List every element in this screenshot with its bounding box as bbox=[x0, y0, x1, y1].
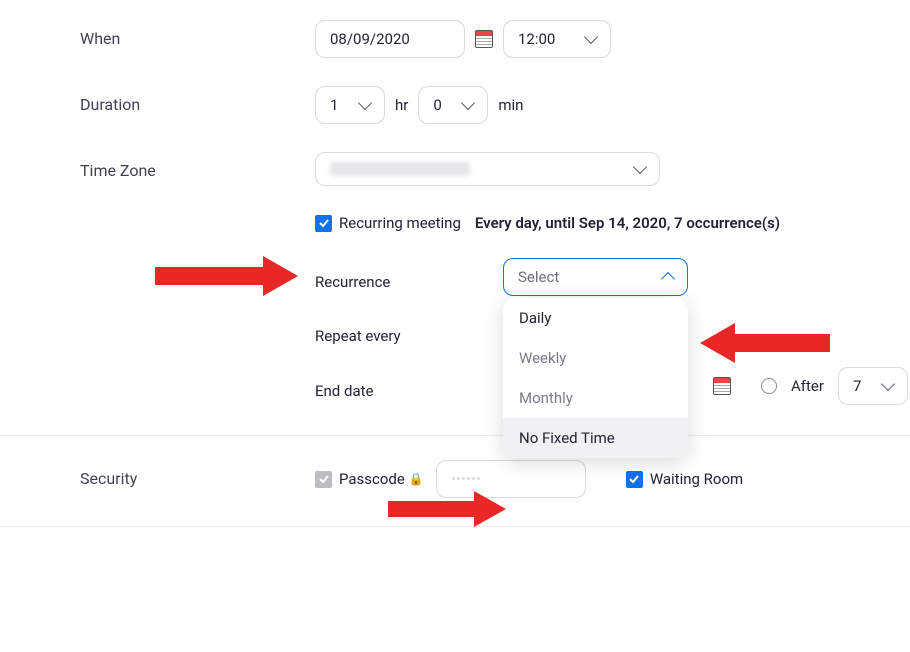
check-icon bbox=[628, 473, 640, 485]
recurring-row: Recurring meeting Every day, until Sep 1… bbox=[315, 214, 910, 232]
passcode-input[interactable]: •••••• bbox=[436, 460, 586, 498]
recurrence-selected-value: Select bbox=[518, 268, 559, 286]
security-label: Security bbox=[80, 460, 315, 488]
when-date-input[interactable]: 08/09/2020 bbox=[315, 20, 465, 58]
timezone-select[interactable] bbox=[315, 152, 660, 186]
timezone-label: Time Zone bbox=[80, 152, 315, 180]
chevron-down-icon bbox=[358, 96, 372, 110]
min-unit-label: min bbox=[498, 96, 523, 114]
recurrence-option-nofixed[interactable]: No Fixed Time bbox=[503, 418, 688, 458]
recurrence-dropdown-menu: Daily Weekly Monthly No Fixed Time bbox=[503, 298, 688, 458]
duration-label: Duration bbox=[80, 86, 315, 114]
waiting-room-label: Waiting Room bbox=[650, 470, 743, 488]
when-label: When bbox=[80, 20, 315, 48]
waiting-room-checkbox[interactable] bbox=[626, 471, 643, 488]
recurrence-label: Recurrence bbox=[315, 264, 503, 291]
duration-row: Duration 1 hr 0 min bbox=[80, 86, 910, 124]
check-icon bbox=[318, 217, 330, 229]
chevron-down-icon bbox=[881, 377, 895, 391]
duration-minutes-select[interactable]: 0 bbox=[418, 86, 488, 124]
security-row: Security Passcode 🔒 •••••• Waiting Room bbox=[80, 460, 910, 498]
recurrence-select[interactable]: Select bbox=[503, 258, 688, 296]
chevron-down-icon bbox=[461, 96, 475, 110]
end-date-label: End date bbox=[315, 373, 503, 400]
after-radio[interactable] bbox=[761, 378, 777, 394]
after-radio-label: After bbox=[791, 377, 824, 395]
chevron-up-icon bbox=[661, 272, 675, 286]
passcode-checkbox[interactable] bbox=[315, 471, 332, 488]
timezone-row: Time Zone bbox=[80, 152, 910, 186]
annotation-arrow bbox=[155, 256, 300, 296]
chevron-down-icon bbox=[584, 30, 598, 44]
repeat-label: Repeat every bbox=[315, 318, 503, 345]
when-date-value: 08/09/2020 bbox=[330, 30, 410, 48]
recurrence-row: Recurrence Select Daily Weekly Monthly N… bbox=[315, 258, 910, 296]
calendar-icon[interactable] bbox=[475, 30, 493, 48]
recurring-checkbox[interactable] bbox=[315, 215, 332, 232]
chevron-down-icon bbox=[633, 160, 647, 174]
duration-hours-value: 1 bbox=[330, 96, 338, 114]
hr-unit-label: hr bbox=[395, 96, 408, 114]
recurrence-option-weekly[interactable]: Weekly bbox=[503, 338, 688, 378]
after-count-select[interactable]: 7 bbox=[838, 367, 908, 405]
recurring-checkbox-label: Recurring meeting bbox=[339, 214, 461, 232]
recurring-summary: Every day, until Sep 14, 2020, 7 occurre… bbox=[475, 214, 780, 232]
lock-icon: 🔒 bbox=[409, 472, 424, 486]
duration-hours-select[interactable]: 1 bbox=[315, 86, 385, 124]
duration-minutes-value: 0 bbox=[433, 96, 441, 114]
when-row: When 08/09/2020 12:00 bbox=[80, 20, 910, 58]
timezone-blurred-value bbox=[330, 162, 470, 176]
section-divider bbox=[0, 435, 910, 436]
passcode-blurred-value: •••••• bbox=[451, 470, 481, 488]
when-time-value: 12:00 bbox=[518, 30, 555, 48]
when-time-select[interactable]: 12:00 bbox=[503, 20, 611, 58]
recurrence-option-monthly[interactable]: Monthly bbox=[503, 378, 688, 418]
passcode-label: Passcode bbox=[339, 470, 405, 488]
section-divider bbox=[0, 526, 910, 527]
after-count-value: 7 bbox=[853, 377, 861, 395]
check-icon bbox=[318, 473, 330, 485]
recurrence-option-daily[interactable]: Daily bbox=[503, 298, 688, 338]
calendar-icon[interactable] bbox=[713, 377, 731, 395]
